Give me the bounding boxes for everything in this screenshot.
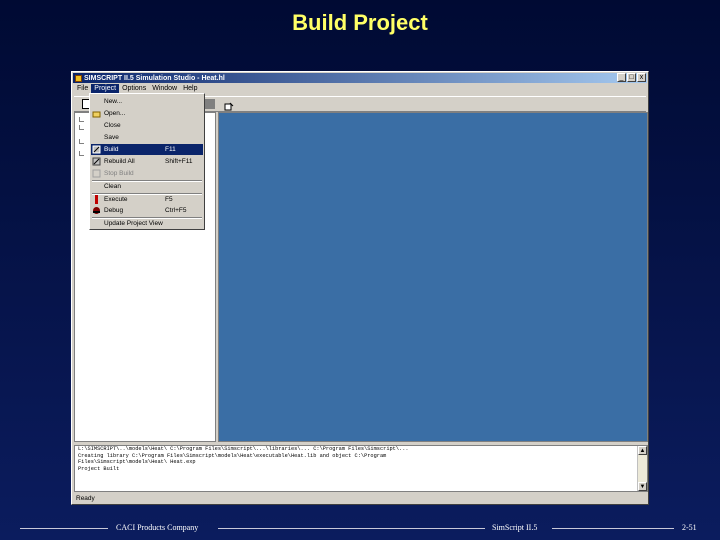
- menu-item-update-project-view[interactable]: Update Project View: [91, 218, 203, 229]
- footer-rule: [218, 528, 485, 529]
- footer-rule: [20, 528, 108, 529]
- menu-item-new[interactable]: New...: [91, 96, 203, 107]
- menu-item-debug[interactable]: Debug Ctrl+F5: [91, 205, 203, 216]
- menu-item-stop-build[interactable]: Stop Build: [91, 168, 203, 179]
- menu-item-open[interactable]: Open...: [91, 108, 203, 119]
- toolbar-button-icon[interactable]: [205, 99, 215, 109]
- menu-item-execute[interactable]: Execute F5: [91, 194, 203, 205]
- title-bar[interactable]: SIMSCRIPT II.5 Simulation Studio - Heat.…: [73, 73, 647, 83]
- menu-item-close[interactable]: Close: [91, 120, 203, 131]
- editor-workspace[interactable]: [218, 112, 648, 442]
- blank-icon: [92, 219, 101, 228]
- menu-item-rebuild-all[interactable]: Rebuild All Shift+F11: [91, 156, 203, 167]
- blank-icon: [92, 121, 101, 130]
- project-menu-dropdown: New... Open... Close Save Build F11 Rebu…: [89, 93, 205, 230]
- footer-page-number: 2-51: [682, 523, 697, 532]
- tree-connector: [79, 125, 84, 130]
- slide-title: Build Project: [292, 10, 428, 35]
- output-line: Files\Simscript\models\Heat\ Heat.exp: [78, 459, 196, 466]
- blank-icon: [92, 133, 101, 142]
- window-title: SIMSCRIPT II.5 Simulation Studio - Heat.…: [84, 74, 225, 82]
- menu-item-clean[interactable]: Clean: [91, 181, 203, 192]
- output-pane[interactable]: L:\SIMSCRIPT\..\models\Heat\ C:\Program …: [74, 445, 648, 492]
- tree-connector: [79, 151, 84, 156]
- build-icon: [92, 145, 101, 154]
- open-project-icon: [92, 109, 101, 118]
- output-line: Project Built: [78, 465, 120, 472]
- footer-product: SimScript II.5: [492, 523, 538, 532]
- execute-icon: [92, 195, 101, 204]
- status-bar: Ready: [76, 495, 95, 502]
- blank-icon: [92, 182, 101, 191]
- menu-item-save[interactable]: Save: [91, 132, 203, 143]
- scroll-down-icon[interactable]: ▼: [638, 482, 647, 491]
- output-line: L:\SIMSCRIPT\..\models\Heat\ C:\Program …: [78, 446, 409, 452]
- close-button[interactable]: x: [637, 73, 646, 82]
- output-scrollbar[interactable]: ▲ ▼: [637, 446, 647, 491]
- footer-company: CACI Products Company: [116, 523, 199, 532]
- tree-connector: [79, 139, 84, 144]
- minimize-button[interactable]: _: [617, 73, 626, 82]
- maximize-button[interactable]: □: [627, 73, 636, 82]
- scroll-up-icon[interactable]: ▲: [638, 446, 647, 455]
- app-icon: [75, 74, 82, 82]
- help-icon[interactable]: [224, 99, 234, 111]
- menu-item-build[interactable]: Build F11: [91, 144, 203, 155]
- footer-rule: [552, 528, 674, 529]
- debug-icon: [92, 206, 101, 215]
- rebuild-all-icon: [92, 157, 101, 166]
- output-line: Creating library C:\Program Files\Simscr…: [78, 452, 387, 459]
- blank-icon: [92, 97, 101, 106]
- tree-connector: [79, 117, 84, 122]
- stop-build-icon: [92, 169, 101, 178]
